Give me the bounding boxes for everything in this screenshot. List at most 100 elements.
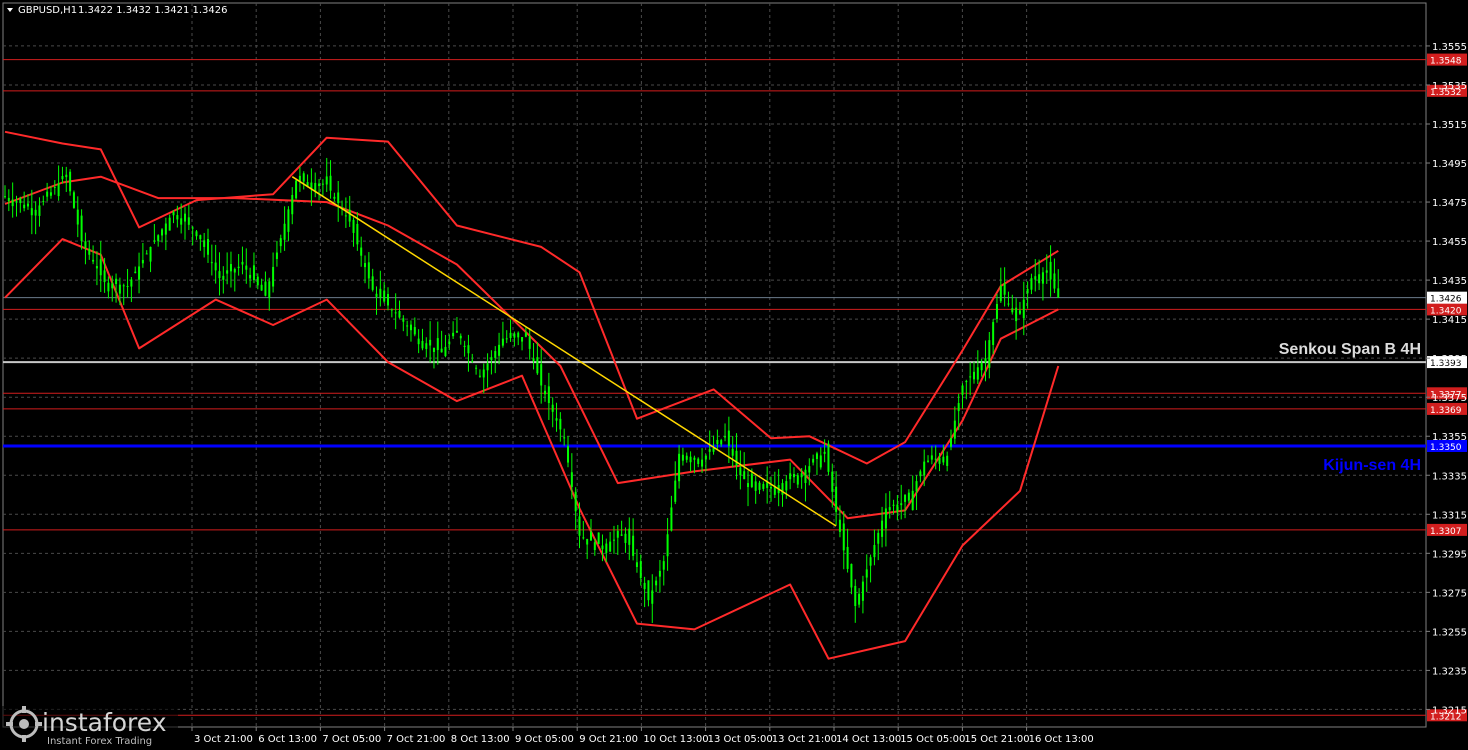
candle-body [440,348,443,353]
candle-body [245,265,248,270]
candle-body [195,231,198,237]
candle-body [758,482,761,490]
candle-body [536,357,539,374]
candle-body [551,404,554,412]
candle-body [463,345,466,347]
candle-body [409,324,412,331]
candle-body [379,288,382,298]
chart-background [0,0,1468,750]
candle-body [256,276,259,286]
candle-body [570,472,573,487]
candle-body [214,262,217,271]
candle-body [475,367,478,369]
candle-body [724,436,727,438]
candle-body [647,580,650,601]
candle-body [597,532,600,544]
candle-body [884,508,887,529]
price-tick-label: 1.3255 [1432,627,1467,638]
time-tick-label: 6 Oct 13:00 [258,734,317,745]
candle-body [532,358,535,362]
candle-body [911,490,914,511]
candle-body [992,322,995,346]
candle-body [141,259,144,264]
candle-body [800,473,803,478]
candle-body [233,269,236,273]
candle-body [218,271,221,279]
candle-body [149,246,152,262]
candle-body [1018,310,1021,314]
candle-body [241,261,244,265]
candle-body [666,534,669,557]
candle-body [501,338,504,346]
candle-body [930,455,933,460]
candle-body [371,276,374,290]
candle-body [122,285,125,287]
candle-body [344,215,347,217]
candle-body [942,456,945,463]
candle-body [915,481,918,492]
candle-body [521,337,524,342]
candle-body [46,191,49,197]
candle-body [747,483,750,488]
candle-body [429,339,432,346]
candle-body [953,420,956,439]
candle-body [563,437,566,439]
ohlc-values: 1.3422 1.3432 1.3421 1.3426 [78,5,228,16]
candle-body [796,475,799,485]
candle-body [275,252,278,259]
candle-body [26,203,29,207]
candle-body [674,480,677,502]
candle-body [1003,283,1006,295]
candle-body [995,304,998,320]
candle-body [394,312,397,314]
candle-body [812,458,815,463]
watermark-tagline: Instant Forex Trading [47,736,152,747]
candle-body [30,208,33,216]
candle-body [318,183,321,187]
candle-body [934,458,937,460]
candle-body [111,283,114,289]
candle-body [1049,261,1052,280]
candle-body [946,455,949,466]
candle-body [540,364,543,386]
candle-body [421,340,424,349]
candle-body [264,281,267,296]
symbol-header: GBPUSD,H1 1.3422 1.3432 1.3421 1.3426 [7,5,228,16]
candle-body [716,439,719,445]
candle-body [670,507,673,531]
candle-body [61,176,64,180]
candle-body [865,569,868,578]
time-tick-label: 13 Oct 05:00 [708,734,773,745]
candle-body [15,201,18,203]
price-chart[interactable]: 1.35481.35321.34201.33771.33691.33071.32… [0,0,1468,750]
candle-body [616,530,619,538]
candle-body [23,204,26,209]
candle-body [858,593,861,605]
level-price-label: 1.3307 [1430,527,1462,537]
candle-body [999,285,1002,302]
candle-body [873,545,876,558]
candle-body [199,235,202,240]
candle-body [750,473,753,487]
candle-body [628,528,631,545]
time-tick-label: 13 Oct 21:00 [772,734,837,745]
candle-body [770,486,772,489]
candle-body [49,192,52,196]
level-price-label: 1.3350 [1430,443,1462,453]
level-price-label: 1.3548 [1430,57,1462,67]
candle-body [827,443,830,472]
candle-body [321,183,324,185]
candle-body [601,545,604,550]
candle-body [697,458,700,465]
candle-body [325,176,328,185]
candle-body [455,330,458,333]
price-tick-label: 1.3275 [1432,588,1467,599]
candle-body [685,455,688,460]
price-tick-label: 1.3415 [1432,315,1467,326]
candle-body [976,367,979,380]
candle-body [95,266,98,269]
candle-body [731,448,734,456]
candle-body [356,223,359,245]
candle-body [743,471,746,480]
candle-body [360,247,363,256]
